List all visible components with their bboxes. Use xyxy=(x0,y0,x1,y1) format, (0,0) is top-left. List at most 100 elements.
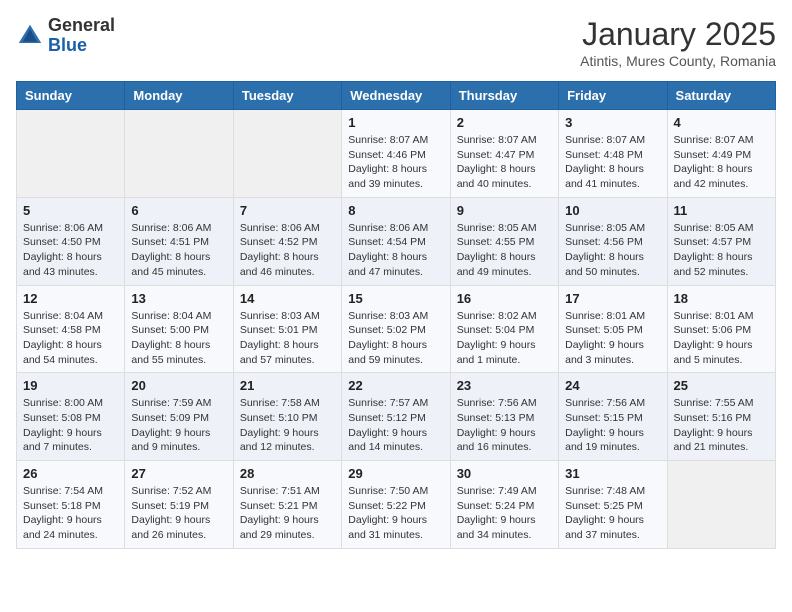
day-info: Sunrise: 7:57 AMSunset: 5:12 PMDaylight:… xyxy=(348,396,443,455)
day-number: 11 xyxy=(674,203,769,218)
month-title: January 2025 xyxy=(580,16,776,53)
calendar-table: SundayMondayTuesdayWednesdayThursdayFrid… xyxy=(16,81,776,549)
day-info: Sunrise: 7:58 AMSunset: 5:10 PMDaylight:… xyxy=(240,396,335,455)
calendar-day-cell xyxy=(17,110,125,198)
location-subtitle: Atintis, Mures County, Romania xyxy=(580,53,776,69)
weekday-header-row: SundayMondayTuesdayWednesdayThursdayFrid… xyxy=(17,82,776,110)
day-number: 19 xyxy=(23,378,118,393)
day-number: 24 xyxy=(565,378,660,393)
calendar-day-cell: 27 Sunrise: 7:52 AMSunset: 5:19 PMDayligh… xyxy=(125,461,233,549)
day-number: 30 xyxy=(457,466,552,481)
day-number: 2 xyxy=(457,115,552,130)
day-number: 15 xyxy=(348,291,443,306)
day-info: Sunrise: 8:07 AMSunset: 4:48 PMDaylight:… xyxy=(565,133,660,192)
calendar-day-cell: 21 Sunrise: 7:58 AMSunset: 5:10 PMDayligh… xyxy=(233,373,341,461)
calendar-day-cell xyxy=(667,461,775,549)
day-info: Sunrise: 8:03 AMSunset: 5:01 PMDaylight:… xyxy=(240,309,335,368)
day-number: 10 xyxy=(565,203,660,218)
logo-icon xyxy=(16,22,44,50)
day-number: 20 xyxy=(131,378,226,393)
day-number: 12 xyxy=(23,291,118,306)
day-info: Sunrise: 7:52 AMSunset: 5:19 PMDaylight:… xyxy=(131,484,226,543)
calendar-day-cell: 10 Sunrise: 8:05 AMSunset: 4:56 PMDayligh… xyxy=(559,197,667,285)
day-number: 21 xyxy=(240,378,335,393)
day-info: Sunrise: 8:05 AMSunset: 4:56 PMDaylight:… xyxy=(565,221,660,280)
calendar-day-cell xyxy=(125,110,233,198)
day-info: Sunrise: 8:02 AMSunset: 5:04 PMDaylight:… xyxy=(457,309,552,368)
day-info: Sunrise: 7:56 AMSunset: 5:13 PMDaylight:… xyxy=(457,396,552,455)
weekday-header-monday: Monday xyxy=(125,82,233,110)
calendar-week-row: 5Sunrise: 8:06 AMSunset: 4:50 PMDaylight… xyxy=(17,197,776,285)
logo-blue: Blue xyxy=(48,35,87,55)
logo-general: General xyxy=(48,15,115,35)
calendar-day-cell: 15 Sunrise: 8:03 AMSunset: 5:02 PMDayligh… xyxy=(342,285,450,373)
calendar-day-cell: 3 Sunrise: 8:07 AMSunset: 4:48 PMDaylight… xyxy=(559,110,667,198)
logo-text: General Blue xyxy=(48,16,115,56)
day-info: Sunrise: 8:07 AMSunset: 4:46 PMDaylight:… xyxy=(348,133,443,192)
day-number: 17 xyxy=(565,291,660,306)
logo: General Blue xyxy=(16,16,115,56)
calendar-day-cell: 5Sunrise: 8:06 AMSunset: 4:50 PMDaylight… xyxy=(17,197,125,285)
calendar-day-cell: 30 Sunrise: 7:49 AMSunset: 5:24 PMDayligh… xyxy=(450,461,558,549)
day-number: 28 xyxy=(240,466,335,481)
day-info: Sunrise: 8:05 AMSunset: 4:55 PMDaylight:… xyxy=(457,221,552,280)
day-info: Sunrise: 7:49 AMSunset: 5:24 PMDaylight:… xyxy=(457,484,552,543)
day-info: Sunrise: 8:05 AMSunset: 4:57 PMDaylight:… xyxy=(674,221,769,280)
day-number: 6 xyxy=(131,203,226,218)
page-header: General Blue January 2025 Atintis, Mures… xyxy=(16,16,776,69)
calendar-day-cell: 9 Sunrise: 8:05 AMSunset: 4:55 PMDaylight… xyxy=(450,197,558,285)
calendar-day-cell: 29 Sunrise: 7:50 AMSunset: 5:22 PMDayligh… xyxy=(342,461,450,549)
day-number: 8 xyxy=(348,203,443,218)
day-info: Sunrise: 8:01 AMSunset: 5:06 PMDaylight:… xyxy=(674,309,769,368)
day-info: Sunrise: 7:51 AMSunset: 5:21 PMDaylight:… xyxy=(240,484,335,543)
day-number: 7 xyxy=(240,203,335,218)
day-info: Sunrise: 8:06 AMSunset: 4:52 PMDaylight:… xyxy=(240,221,335,280)
calendar-day-cell: 26 Sunrise: 7:54 AMSunset: 5:18 PMDayligh… xyxy=(17,461,125,549)
day-info: Sunrise: 7:54 AMSunset: 5:18 PMDaylight:… xyxy=(23,484,118,543)
day-info: Sunrise: 7:50 AMSunset: 5:22 PMDaylight:… xyxy=(348,484,443,543)
day-number: 3 xyxy=(565,115,660,130)
calendar-day-cell: 13 Sunrise: 8:04 AMSunset: 5:00 PMDayligh… xyxy=(125,285,233,373)
day-number: 22 xyxy=(348,378,443,393)
calendar-day-cell: 16 Sunrise: 8:02 AMSunset: 5:04 PMDayligh… xyxy=(450,285,558,373)
calendar-day-cell: 28 Sunrise: 7:51 AMSunset: 5:21 PMDayligh… xyxy=(233,461,341,549)
day-number: 29 xyxy=(348,466,443,481)
calendar-day-cell: 24 Sunrise: 7:56 AMSunset: 5:15 PMDayligh… xyxy=(559,373,667,461)
calendar-day-cell: 23 Sunrise: 7:56 AMSunset: 5:13 PMDayligh… xyxy=(450,373,558,461)
day-number: 27 xyxy=(131,466,226,481)
calendar-day-cell: 7 Sunrise: 8:06 AMSunset: 4:52 PMDaylight… xyxy=(233,197,341,285)
day-info: Sunrise: 7:59 AMSunset: 5:09 PMDaylight:… xyxy=(131,396,226,455)
day-info: Sunrise: 8:03 AMSunset: 5:02 PMDaylight:… xyxy=(348,309,443,368)
day-number: 4 xyxy=(674,115,769,130)
calendar-day-cell: 17 Sunrise: 8:01 AMSunset: 5:05 PMDayligh… xyxy=(559,285,667,373)
day-info: Sunrise: 8:06 AMSunset: 4:54 PMDaylight:… xyxy=(348,221,443,280)
title-block: January 2025 Atintis, Mures County, Roma… xyxy=(580,16,776,69)
day-number: 9 xyxy=(457,203,552,218)
day-number: 31 xyxy=(565,466,660,481)
calendar-day-cell: 31 Sunrise: 7:48 AMSunset: 5:25 PMDayligh… xyxy=(559,461,667,549)
day-info: Sunrise: 8:00 AMSunset: 5:08 PMDaylight:… xyxy=(23,396,118,455)
calendar-day-cell: 12Sunrise: 8:04 AMSunset: 4:58 PMDayligh… xyxy=(17,285,125,373)
day-number: 26 xyxy=(23,466,118,481)
calendar-day-cell: 18Sunrise: 8:01 AMSunset: 5:06 PMDayligh… xyxy=(667,285,775,373)
day-number: 5 xyxy=(23,203,118,218)
calendar-day-cell: 14Sunrise: 8:03 AMSunset: 5:01 PMDayligh… xyxy=(233,285,341,373)
calendar-day-cell: 4Sunrise: 8:07 AMSunset: 4:49 PMDaylight… xyxy=(667,110,775,198)
day-number: 16 xyxy=(457,291,552,306)
calendar-day-cell: 6Sunrise: 8:06 AMSunset: 4:51 PMDaylight… xyxy=(125,197,233,285)
calendar-day-cell xyxy=(233,110,341,198)
calendar-day-cell: 19 Sunrise: 8:00 AMSunset: 5:08 PMDayligh… xyxy=(17,373,125,461)
weekday-header-friday: Friday xyxy=(559,82,667,110)
day-number: 23 xyxy=(457,378,552,393)
day-number: 1 xyxy=(348,115,443,130)
weekday-header-thursday: Thursday xyxy=(450,82,558,110)
day-info: Sunrise: 7:48 AMSunset: 5:25 PMDaylight:… xyxy=(565,484,660,543)
weekday-header-saturday: Saturday xyxy=(667,82,775,110)
day-number: 25 xyxy=(674,378,769,393)
weekday-header-tuesday: Tuesday xyxy=(233,82,341,110)
day-info: Sunrise: 8:04 AMSunset: 5:00 PMDaylight:… xyxy=(131,309,226,368)
day-info: Sunrise: 7:55 AMSunset: 5:16 PMDaylight:… xyxy=(674,396,769,455)
day-info: Sunrise: 8:01 AMSunset: 5:05 PMDaylight:… xyxy=(565,309,660,368)
day-number: 13 xyxy=(131,291,226,306)
day-info: Sunrise: 7:56 AMSunset: 5:15 PMDaylight:… xyxy=(565,396,660,455)
